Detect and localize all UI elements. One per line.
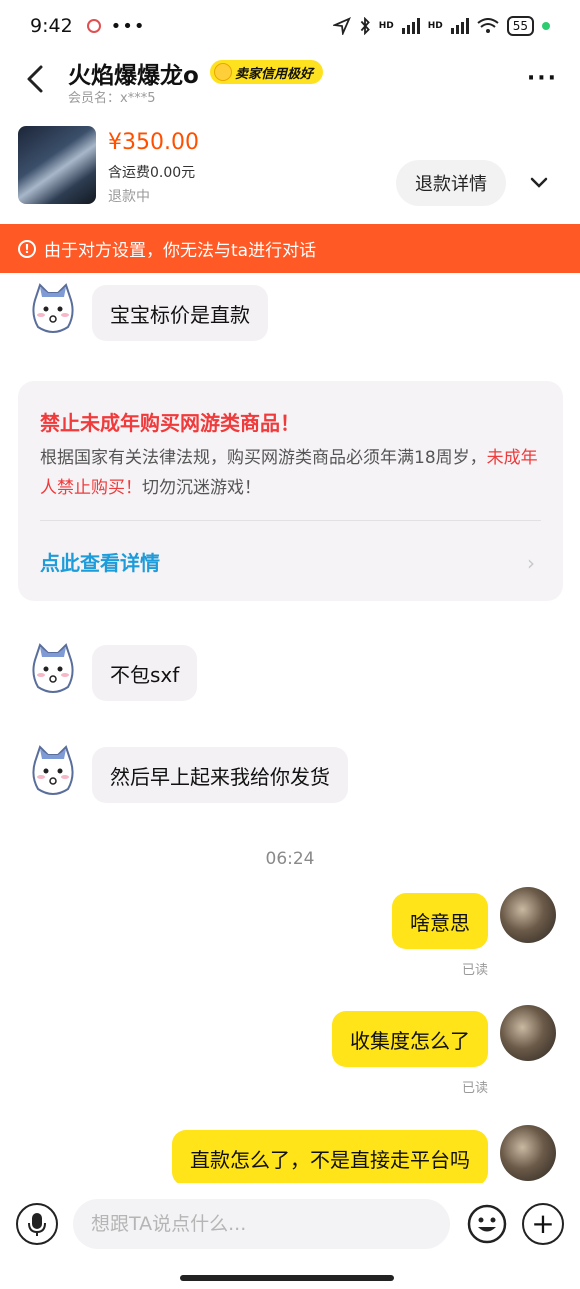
- status-time: 9:42: [30, 15, 73, 37]
- status-icons: HD HD 55: [332, 16, 550, 36]
- seller-avatar[interactable]: [28, 283, 78, 335]
- expand-button[interactable]: [518, 162, 560, 204]
- message-bubble[interactable]: 宝宝标价是直款: [92, 285, 268, 341]
- home-indicator[interactable]: [180, 1275, 394, 1281]
- divider: [40, 520, 541, 521]
- privacy-dot-icon: [542, 22, 550, 30]
- my-avatar[interactable]: [500, 1125, 556, 1181]
- credit-badge-label: 卖家信用极好: [235, 66, 314, 82]
- my-avatar[interactable]: [500, 1005, 556, 1061]
- member-id: 会员名：x***5: [68, 91, 156, 106]
- location-icon: [332, 17, 351, 35]
- microphone-icon: [28, 1213, 46, 1236]
- plus-icon[interactable]: +: [522, 1203, 564, 1245]
- notice-title: 禁止未成年购买网游类商品！: [40, 411, 300, 435]
- message-input[interactable]: [73, 1199, 450, 1249]
- signal-icon-1: [401, 18, 420, 34]
- message-bubble[interactable]: 然后早上起来我给你发货: [92, 747, 348, 803]
- read-receipt: 已读: [461, 1081, 488, 1096]
- more-horizontal-icon[interactable]: ···: [527, 66, 558, 91]
- refund-detail-button[interactable]: 退款详情: [396, 160, 506, 206]
- chat-header: 火焰爆爆龙o 卖家信用极好 会员名：x***5 ···: [0, 52, 580, 114]
- my-avatar[interactable]: [500, 887, 556, 943]
- seller-name[interactable]: 火焰爆爆龙o: [68, 56, 199, 90]
- message-bubble[interactable]: 收集度怎么了: [332, 1011, 488, 1067]
- message-bubble[interactable]: 啥意思: [392, 893, 488, 949]
- product-price: ¥350.00: [108, 130, 199, 155]
- notice-body-end: 切勿沉迷游戏！: [142, 478, 261, 498]
- chat-timestamp: 06:24: [265, 849, 315, 869]
- wifi-icon: [477, 18, 499, 33]
- signal-hd-label-2: HD: [427, 21, 443, 31]
- read-receipt: 已读: [461, 963, 488, 978]
- smile-icon: [214, 63, 232, 81]
- seller-avatar[interactable]: [28, 643, 78, 695]
- signal-hd-label-1: HD: [378, 21, 394, 31]
- notice-body-start: 根据国家有关法律法规，购买网游类商品必须年满18周岁，: [40, 448, 487, 468]
- minor-purchase-notice: 禁止未成年购买网游类商品！ 根据国家有关法律法规，购买网游类商品必须年满18周岁…: [18, 381, 563, 601]
- chat-blocked-banner: ! 由于对方设置，你无法与ta进行对话: [0, 224, 580, 273]
- credit-badge: 卖家信用极好: [210, 60, 324, 84]
- notice-body: 根据国家有关法律法规，购买网游类商品必须年满18周岁，未成年人禁止购买！切勿沉迷…: [40, 443, 540, 503]
- chat-blocked-text: 由于对方设置，你无法与ta进行对话: [44, 241, 317, 261]
- view-details-link[interactable]: 点此查看详情: [40, 547, 160, 576]
- product-card[interactable]: ¥350.00 含运费0.00元 退款中 退款详情: [0, 122, 580, 218]
- message-bubble[interactable]: 不包sxf: [92, 645, 198, 701]
- shipping-fee: 含运费0.00元: [108, 165, 196, 181]
- back-arrow-icon[interactable]: [22, 64, 52, 94]
- emoji-icon[interactable]: [466, 1203, 508, 1245]
- chat-area[interactable]: 宝宝标价是直款 禁止未成年购买网游类商品！ 根据国家有关法律法规，购买网游类商品…: [0, 273, 580, 1183]
- notification-icon: [86, 19, 101, 33]
- status-more: •••: [110, 15, 146, 37]
- voice-button[interactable]: [16, 1203, 58, 1245]
- seller-avatar[interactable]: [28, 745, 78, 797]
- product-thumbnail[interactable]: [18, 126, 96, 204]
- battery-indicator: 55: [506, 16, 534, 36]
- message-bubble[interactable]: 直款怎么了，不是直接走平台吗: [172, 1130, 488, 1183]
- alert-icon: !: [18, 239, 36, 258]
- input-bar: +: [0, 1183, 580, 1289]
- status-bar: 9:42 ••• HD HD 55: [0, 0, 580, 52]
- signal-icon-2: [450, 18, 469, 34]
- chevron-right-icon[interactable]: ›: [527, 551, 535, 575]
- chevron-down-icon: [530, 177, 548, 188]
- refund-status: 退款中: [108, 189, 150, 205]
- bluetooth-icon: [360, 17, 370, 35]
